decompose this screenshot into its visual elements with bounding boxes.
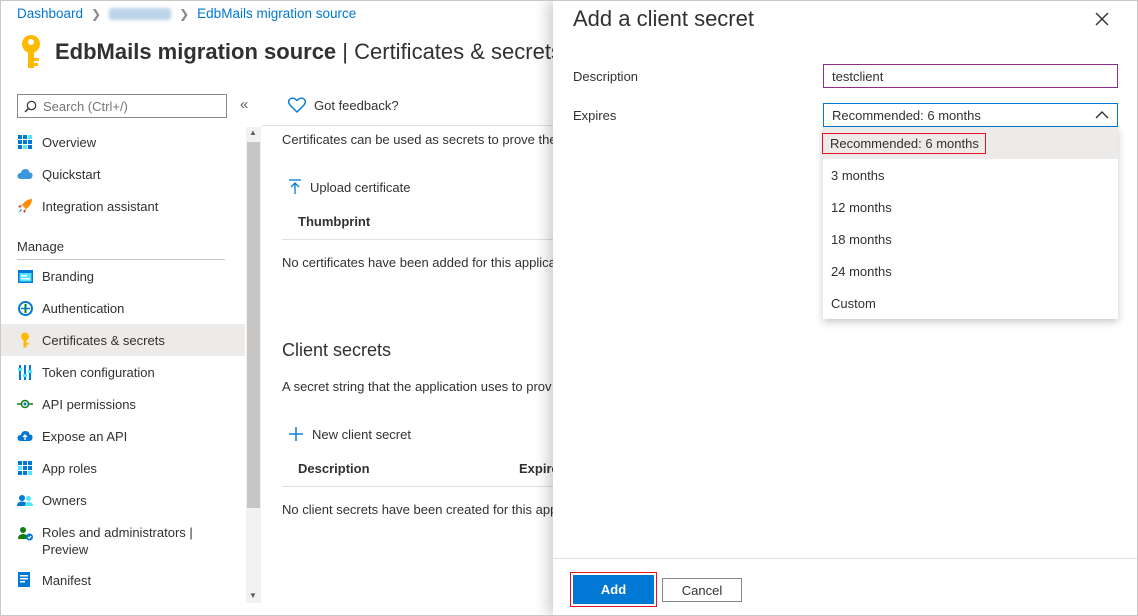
sidebar-item-label: Branding [42, 268, 95, 284]
breadcrumb-tenant-blurred[interactable] [109, 7, 172, 20]
sidebar-item-label: App roles [42, 460, 97, 476]
page-title: EdbMails migration source | Certificates… [17, 34, 562, 70]
expires-option-3-months[interactable]: 3 months [823, 159, 1118, 191]
scroll-up-icon[interactable]: ▲ [249, 128, 257, 137]
grid-icon [17, 134, 33, 150]
heart-icon [288, 97, 306, 113]
sidebar-item-label: API permissions [42, 396, 136, 412]
search-icon [24, 100, 37, 112]
sidebar-item-label: Integration assistant [42, 198, 159, 214]
no-certificates-message: No certificates have been added for this… [282, 255, 556, 270]
expires-option-24-months[interactable]: 24 months [823, 255, 1118, 287]
expires-option-12-months[interactable]: 12 months [823, 191, 1118, 223]
key-icon [17, 332, 33, 348]
collapse-icon[interactable]: « [240, 96, 248, 113]
sidebar-item-branding[interactable]: Branding [0, 260, 245, 292]
page-title-sep: | [336, 39, 355, 64]
client-secrets-description: A secret string that the application use… [282, 379, 552, 394]
sidebar-item-label: Roles and administrators | [42, 525, 193, 540]
new-client-secret-button[interactable]: New client secret [288, 426, 411, 442]
sidebar-item-manifest[interactable]: Manifest [0, 564, 245, 596]
description-label: Description [573, 69, 639, 84]
sidebar-item-label: Expose an API [42, 428, 128, 444]
api-permissions-icon [17, 396, 33, 412]
expires-option-custom[interactable]: Custom [823, 287, 1118, 319]
expires-selected-value: Recommended: 6 months [832, 107, 981, 123]
sidebar: Overview Quickstart Integration assistan… [0, 126, 245, 596]
sidebar-item-label: Token configuration [42, 364, 155, 380]
breadcrumb-dashboard[interactable]: Dashboard [17, 6, 83, 21]
panel-title: Add a client secret [573, 6, 754, 31]
sidebar-item-label: Quickstart [42, 166, 101, 182]
divider [262, 125, 562, 126]
chevron-right-icon: ❯ [91, 6, 102, 21]
description-column-header[interactable]: Description [298, 461, 370, 476]
owners-icon [17, 492, 33, 508]
sidebar-item-app-roles[interactable]: App roles [0, 452, 245, 484]
token-icon [17, 364, 33, 380]
sidebar-item-label: Authentication [42, 300, 125, 316]
close-icon[interactable] [1093, 10, 1111, 28]
manifest-icon [17, 572, 33, 588]
cancel-button[interactable]: Cancel [662, 578, 742, 602]
sidebar-section-manage: Manage [0, 222, 245, 260]
sidebar-item-owners[interactable]: Owners [0, 484, 245, 516]
grid-icon [17, 460, 33, 476]
sidebar-item-quickstart[interactable]: Quickstart [0, 158, 245, 190]
sidebar-item-label: Owners [42, 492, 87, 508]
sidebar-item-certificates-secrets[interactable]: Certificates & secrets [0, 324, 245, 356]
expires-dropdown: Recommended: 6 months 3 months 12 months… [822, 127, 1118, 319]
sidebar-item-api-permissions[interactable]: API permissions [0, 388, 245, 420]
search-box[interactable] [17, 94, 227, 118]
feedback-button[interactable]: Got feedback? [288, 97, 399, 113]
authentication-icon [17, 300, 33, 316]
cloud-icon [17, 166, 33, 182]
thumbprint-column-header[interactable]: Thumbprint [298, 214, 370, 229]
new-client-secret-label: New client secret [312, 426, 411, 442]
description-input[interactable] [823, 64, 1118, 88]
sidebar-item-overview[interactable]: Overview [0, 126, 245, 158]
expires-select[interactable]: Recommended: 6 months [823, 103, 1118, 127]
client-secrets-title: Client secrets [282, 340, 392, 360]
sidebar-scrollbar-thumb[interactable] [247, 142, 260, 508]
sidebar-item-label: Certificates & secrets [42, 332, 165, 348]
expires-option-recommended[interactable]: Recommended: 6 months [822, 127, 1118, 159]
key-icon [22, 35, 40, 68]
page-subtitle: Certificates & secrets [354, 39, 562, 64]
plus-icon [288, 426, 304, 442]
chevron-up-icon [1095, 111, 1109, 119]
chevron-right-icon: ❯ [179, 6, 190, 21]
cloud-icon [17, 428, 33, 444]
sidebar-item-label: Manifest [42, 572, 92, 588]
table-divider [282, 239, 562, 240]
upload-icon [288, 179, 302, 195]
sidebar-item-token-configuration[interactable]: Token configuration [0, 356, 245, 388]
breadcrumb-app[interactable]: EdbMails migration source [197, 6, 356, 21]
branding-icon [17, 268, 33, 284]
feedback-label: Got feedback? [314, 97, 399, 113]
table-divider [282, 486, 562, 487]
certificates-description: Certificates can be used as secrets to p… [282, 132, 557, 147]
upload-certificate-label: Upload certificate [310, 179, 411, 195]
search-input[interactable] [41, 97, 221, 115]
sidebar-item-roles-administrators[interactable]: Roles and administrators | Preview [0, 516, 245, 564]
upload-certificate-button[interactable]: Upload certificate [288, 179, 410, 195]
sidebar-item-label: Overview [42, 134, 97, 150]
sidebar-item-integration-assistant[interactable]: Integration assistant [0, 190, 245, 222]
roles-icon [17, 525, 33, 541]
add-button-highlight: Add [570, 572, 657, 607]
expires-option-18-months[interactable]: 18 months [823, 223, 1118, 255]
no-secrets-message: No client secrets have been created for … [282, 502, 558, 517]
rocket-icon [17, 198, 33, 214]
sidebar-item-expose-an-api[interactable]: Expose an API [0, 420, 245, 452]
breadcrumb: Dashboard ❯ ❯ EdbMails migration source [17, 6, 356, 21]
expires-label: Expires [573, 108, 617, 123]
sidebar-item-authentication[interactable]: Authentication [0, 292, 245, 324]
page-title-app: EdbMails migration source [55, 39, 337, 64]
add-button[interactable]: Add [573, 575, 654, 604]
panel-footer-divider [553, 558, 1138, 559]
sidebar-item-label-preview: Preview [42, 542, 89, 557]
add-client-secret-panel: Add a client secret Description Expires … [553, 0, 1138, 616]
scroll-down-icon[interactable]: ▼ [249, 591, 257, 600]
